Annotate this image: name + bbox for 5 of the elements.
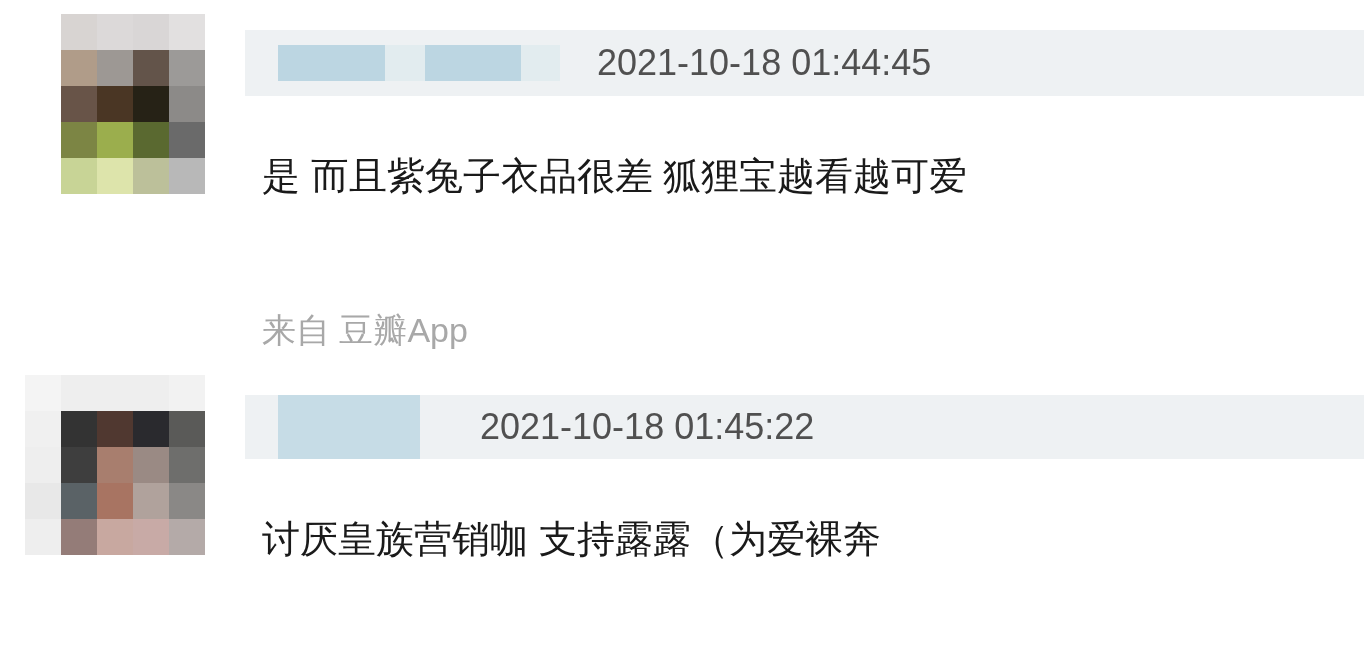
timestamp: 2021-10-18 01:45:22 bbox=[480, 405, 815, 449]
source-label: 来自 豆瓣App bbox=[262, 310, 469, 350]
timestamp: 2021-10-18 01:44:45 bbox=[597, 41, 932, 85]
comment-text: 讨厌皇族营销咖 支持露露（为爱裸奔 bbox=[262, 517, 882, 562]
comment-text: 是 而且紫兔子衣品很差 狐狸宝越看越可爱 bbox=[262, 154, 969, 199]
